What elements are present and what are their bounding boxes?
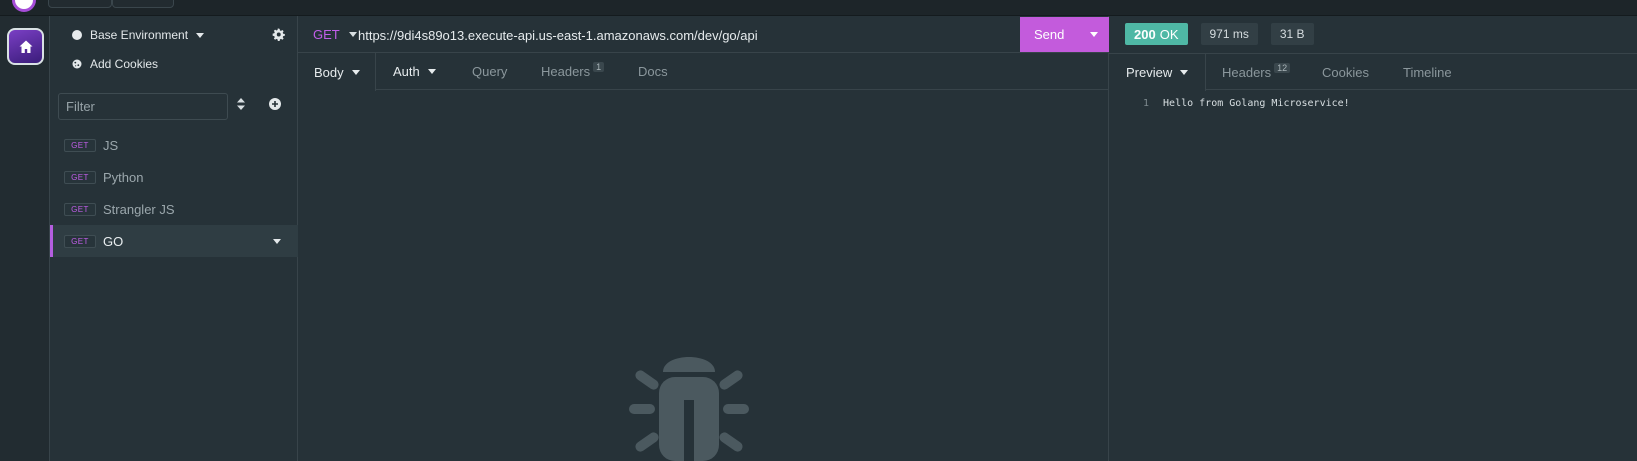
left-rail xyxy=(0,16,50,461)
environment-selector[interactable]: Base Environment xyxy=(72,28,205,42)
http-method-selector[interactable]: GET xyxy=(313,27,357,42)
add-request-button[interactable] xyxy=(269,98,281,113)
tab-docs[interactable]: Docs xyxy=(638,53,668,90)
http-method-label: GET xyxy=(313,27,340,42)
titlebar-tab[interactable] xyxy=(112,0,174,8)
response-tabs: Preview Headers 12 Cookies Timeline xyxy=(1109,53,1637,91)
tab-query[interactable]: Query xyxy=(472,53,507,90)
add-cookies-button[interactable]: Add Cookies xyxy=(72,57,158,71)
sort-icon xyxy=(237,98,245,110)
send-label: Send xyxy=(1034,27,1065,42)
status-badge: 200 OK xyxy=(1125,23,1188,45)
request-item-python[interactable]: GET Python xyxy=(50,161,298,193)
request-item-go[interactable]: GET GO xyxy=(50,225,298,257)
tab-auth-label: Auth xyxy=(393,64,420,79)
sort-button[interactable] xyxy=(236,97,246,114)
filter-input[interactable] xyxy=(58,93,228,120)
tab-auth[interactable]: Auth xyxy=(393,53,436,90)
status-code: 200 xyxy=(1134,26,1156,42)
response-body-text[interactable]: Hello from Golang Microservice! xyxy=(1163,98,1350,109)
environment-dot-icon xyxy=(72,30,82,40)
url-input[interactable] xyxy=(358,26,998,44)
method-badge: GET xyxy=(64,234,96,248)
chevron-down-icon xyxy=(351,69,360,75)
tab-preview[interactable]: Preview xyxy=(1109,54,1206,91)
send-options-chevron-icon[interactable] xyxy=(1090,32,1098,37)
tab-cookies-label: Cookies xyxy=(1322,65,1369,80)
response-headers-count-badge: 12 xyxy=(1274,62,1291,73)
request-name: JS xyxy=(103,137,119,153)
request-pane: GET Send Body Auth Query Headers 1 Docs xyxy=(298,16,1109,461)
request-tabs: Body Auth Query Headers 1 Docs xyxy=(298,53,1109,91)
tab-timeline-label: Timeline xyxy=(1403,65,1452,80)
gear-icon[interactable] xyxy=(272,28,285,44)
tab-response-headers-label: Headers xyxy=(1222,65,1272,80)
titlebar-tab[interactable] xyxy=(48,0,112,8)
chevron-down-icon xyxy=(348,32,357,37)
title-bar xyxy=(0,0,1637,16)
tab-query-label: Query xyxy=(472,64,508,79)
sidebar: Base Environment Add Cookies GET JS xyxy=(50,16,298,461)
method-badge: GET xyxy=(64,138,96,152)
request-name: GO xyxy=(103,233,124,249)
url-bar: GET Send xyxy=(298,16,1109,53)
tab-timeline[interactable]: Timeline xyxy=(1403,54,1452,91)
response-size: 31 B xyxy=(1270,23,1314,45)
request-name: Python xyxy=(103,169,144,185)
response-status-row: 200 OK 971 ms 31 B xyxy=(1125,23,1314,45)
app-logo-icon xyxy=(12,0,36,12)
request-name: Strangler JS xyxy=(103,201,175,217)
method-badge: GET xyxy=(64,202,96,216)
tab-preview-label: Preview xyxy=(1126,65,1173,80)
request-item-js[interactable]: GET JS xyxy=(50,129,298,161)
plus-circle-icon xyxy=(269,98,281,110)
method-badge: GET xyxy=(64,170,96,184)
headers-count-badge: 1 xyxy=(593,61,605,72)
request-item-strangler-js[interactable]: GET Strangler JS xyxy=(50,193,298,225)
tab-cookies[interactable]: Cookies xyxy=(1322,54,1369,91)
chevron-down-icon xyxy=(427,69,436,74)
send-button[interactable]: Send xyxy=(1020,17,1109,52)
response-time: 971 ms xyxy=(1200,23,1258,45)
request-options-chevron-icon[interactable] xyxy=(273,239,281,244)
tab-docs-label: Docs xyxy=(638,64,668,79)
tab-body-label: Body xyxy=(314,64,344,80)
line-number: 1 xyxy=(1143,98,1150,109)
tab-headers-label: Headers xyxy=(541,64,591,79)
environment-label: Base Environment xyxy=(90,28,189,42)
request-list: GET JS GET Python GET Strangler JS GET G… xyxy=(50,129,298,257)
response-pane: 200 OK 971 ms 31 B Preview Headers 12 Co… xyxy=(1109,16,1637,461)
add-cookies-label: Add Cookies xyxy=(90,57,159,71)
tab-headers[interactable]: Headers 1 xyxy=(541,53,605,90)
cookie-icon xyxy=(72,59,82,69)
home-button[interactable] xyxy=(7,28,44,65)
tab-response-headers[interactable]: Headers 12 xyxy=(1222,54,1291,91)
chevron-down-icon xyxy=(1180,70,1189,75)
tab-body[interactable]: Body xyxy=(298,53,376,91)
response-body-line: 1 Hello from Golang Microservice! xyxy=(1143,98,1350,109)
chevron-down-icon xyxy=(196,32,205,38)
status-text: OK xyxy=(1159,26,1179,42)
bug-icon xyxy=(629,357,749,461)
home-icon xyxy=(19,40,32,53)
